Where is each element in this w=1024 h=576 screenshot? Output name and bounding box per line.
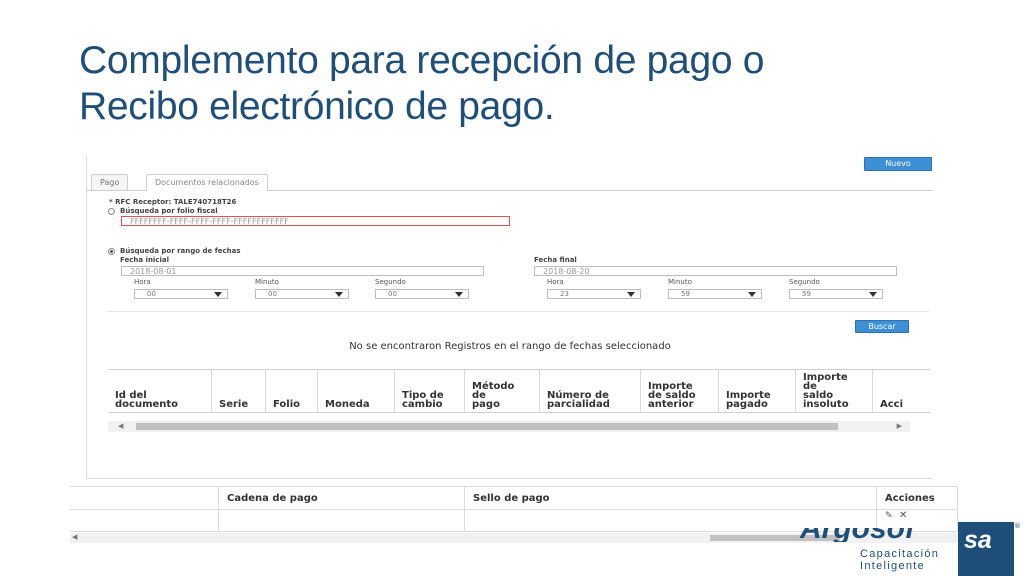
end-minute-value: 59 (681, 290, 690, 298)
col-importe-saldo-anterior-label: Importe de saldo anterior (648, 381, 696, 410)
end-date-label: Fecha final (534, 256, 577, 264)
new-button[interactable]: Nuevo (864, 157, 932, 171)
start-minute-label: Minuto (255, 278, 279, 286)
col-importe-saldo-insoluto: Importe de saldo insoluto (795, 370, 872, 412)
logo-line-2: Inteligente (860, 560, 926, 572)
table-cell (218, 510, 464, 532)
scroll-left-icon[interactable]: ◀ (118, 422, 123, 430)
end-hour-label: Hora (547, 278, 564, 286)
chevron-down-icon (869, 292, 877, 297)
start-second-label: Segundo (375, 278, 406, 286)
start-minute-select[interactable]: 00 (255, 289, 349, 299)
col-folio: Folio (265, 370, 317, 412)
logo-line-1: Capacitación (860, 548, 940, 560)
folio-option-label: Búsqueda por folio fiscal (120, 207, 218, 215)
col-acciones: Acci (872, 370, 930, 412)
grid-horizontal-scrollbar[interactable]: ◀ ▶ (108, 421, 910, 432)
col-id-documento: Id del documento (108, 370, 211, 412)
search-button[interactable]: Buscar (855, 320, 909, 333)
company-logo-tagline: Capacitación Inteligente (860, 548, 960, 575)
chevron-down-icon (748, 292, 756, 297)
end-second-label: Segundo (789, 278, 820, 286)
end-hour-value: 23 (560, 290, 569, 298)
col-importe-saldo-anterior: Importe de saldo anterior (640, 370, 718, 412)
table-cell (70, 510, 218, 532)
rfc-receptor-label: * RFC Receptor: TALE740718T26 (109, 198, 237, 206)
col-metodo-pago: Método de pago (464, 370, 539, 412)
col-serie-label: Serie (219, 399, 249, 410)
start-second-select[interactable]: 00 (375, 289, 469, 299)
start-date-label: Fecha inicial (120, 256, 169, 264)
col-numero-parcialidad: Número de parcialidad (539, 370, 640, 412)
col-folio-label: Folio (273, 399, 301, 410)
registered-icon: ® (1014, 522, 1021, 530)
documents-grid-header: Id del documento Serie Folio Moneda Tipo… (108, 369, 930, 413)
range-option-label: Búsqueda por rango de fechas (120, 247, 241, 255)
col-importe-pagado: Importe pagado (718, 370, 795, 412)
no-records-message: No se encontraron Registros en el rango … (349, 341, 671, 352)
tab-documentos-relacionados[interactable]: Documentos relacionados (146, 174, 268, 191)
folio-radio[interactable] (108, 208, 115, 215)
slide-title-line-1: Complemento para recepción de pago o (79, 39, 765, 82)
tab-bar: Pago Documentos relacionados (87, 174, 933, 191)
folio-fiscal-input[interactable]: FFFFFFFF-FFFF-FFFF-FFFF-FFFFFFFFFFFF (121, 216, 510, 226)
screenshot-panel: Nuevo Pago Documentos relacionados * RFC… (86, 156, 933, 479)
start-second-value: 00 (388, 290, 397, 298)
col-numero-parcialidad-label: Número de parcialidad (547, 390, 610, 410)
end-minute-select[interactable]: 59 (668, 289, 762, 299)
start-minute-value: 00 (268, 290, 277, 298)
scroll-left-icon[interactable]: ◀ (72, 533, 77, 541)
range-radio[interactable] (108, 248, 115, 255)
col-moneda: Moneda (317, 370, 394, 412)
end-minute-label: Minuto (668, 278, 692, 286)
chevron-down-icon (455, 292, 463, 297)
payment-seal-table: Cadena de pago Sello de pago Acciones ✎ … (70, 486, 958, 532)
start-hour-value: 00 (147, 290, 156, 298)
col-acciones-bottom: Acciones (876, 486, 958, 510)
tab-pago[interactable]: Pago (91, 174, 129, 190)
col-id-documento-label: Id del documento (115, 390, 179, 410)
col-metodo-pago-label: Método de pago (472, 381, 515, 410)
close-icon[interactable]: ✕ (899, 510, 907, 521)
chevron-down-icon (335, 292, 343, 297)
slide-title: Complemento para recepción de pago o Rec… (79, 38, 979, 130)
end-second-value: 59 (802, 290, 811, 298)
slide-title-line-2: Recibo electrónico de pago. (79, 85, 555, 128)
chevron-down-icon (214, 292, 222, 297)
col-importe-pagado-label: Importe pagado (726, 390, 771, 410)
col-importe-saldo-insoluto-label: Importe de saldo insoluto (803, 372, 849, 410)
end-second-select[interactable]: 59 (789, 289, 883, 299)
logo-box-text: sa (964, 526, 992, 554)
scroll-right-icon[interactable]: ▶ (897, 422, 902, 430)
scrollbar-thumb[interactable] (136, 423, 838, 430)
col-moneda-label: Moneda (325, 399, 370, 410)
chevron-down-icon (627, 292, 635, 297)
col-tipo-cambio: Tipo de cambio (394, 370, 464, 412)
end-hour-select[interactable]: 23 (547, 289, 641, 299)
start-date-input[interactable]: 2018-08-01 (121, 266, 484, 276)
logo-partial-text: Argosof (800, 528, 915, 542)
logo-box: sa (958, 522, 1014, 576)
divider (107, 311, 929, 312)
edit-icon[interactable]: ✎ (885, 511, 893, 521)
col-cadena-pago: Cadena de pago (218, 486, 464, 510)
col-tipo-cambio-label: Tipo de cambio (402, 390, 444, 410)
col-acciones-label: Acci (880, 399, 904, 410)
col-blank (70, 486, 218, 510)
end-date-input[interactable]: 2018-08-20 (534, 266, 897, 276)
start-hour-select[interactable]: 00 (134, 289, 228, 299)
col-sello-pago: Sello de pago (464, 486, 876, 510)
start-hour-label: Hora (134, 278, 151, 286)
col-serie: Serie (211, 370, 265, 412)
